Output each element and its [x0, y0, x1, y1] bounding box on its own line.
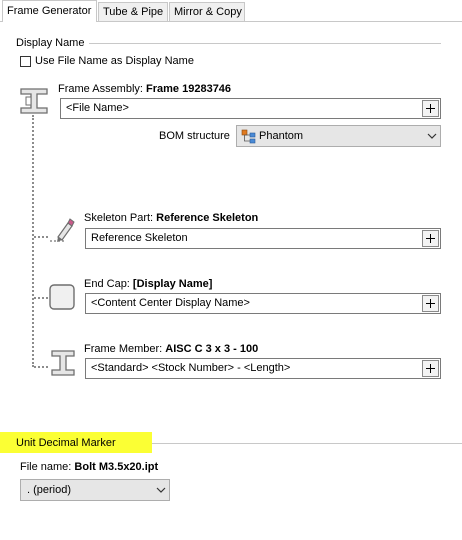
bom-structure-label: BOM structure — [159, 130, 230, 142]
frame-member-plus-icon[interactable] — [422, 360, 439, 377]
end-cap-field-text: <Content Center Display Name> — [91, 297, 250, 309]
use-file-name-label: Use File Name as Display Name — [35, 55, 194, 67]
frame-assembly-value: Frame 19283746 — [146, 83, 232, 95]
tab-frame-generator[interactable]: Frame Generator — [2, 0, 97, 22]
end-cap-plus-icon[interactable] — [422, 295, 439, 312]
decimal-marker-select[interactable]: . (period) — [20, 479, 170, 501]
tree-branch-member — [34, 366, 48, 368]
tree-connector — [32, 115, 34, 367]
end-cap-value: [Display Name] — [132, 278, 213, 290]
skeleton-part-label: Skeleton Part: Reference Skeleton — [84, 212, 259, 224]
use-file-name-option[interactable]: Use File Name as Display Name — [20, 55, 270, 69]
chevron-down-icon — [156, 485, 166, 495]
frame-member-label: Frame Member: AISC C 3 x 3 - 100 — [84, 343, 259, 355]
skeleton-part-icon — [46, 215, 80, 245]
frame-assembly-plus-icon[interactable] — [422, 100, 439, 117]
skeleton-part-value: Reference Skeleton — [156, 212, 259, 224]
frame-member-name-field[interactable]: <Standard> <Stock Number> - <Length> — [85, 358, 441, 379]
end-cap-icon — [48, 283, 76, 311]
file-name-value: Bolt M3.5x20.ipt — [74, 461, 159, 473]
skeleton-part-plus-icon[interactable] — [422, 230, 439, 247]
tree-branch-endcap — [34, 297, 48, 299]
frame-member-icon — [50, 349, 76, 377]
chevron-down-icon — [427, 131, 437, 141]
end-cap-name-field[interactable]: <Content Center Display Name> — [85, 293, 441, 314]
tab-mirror-copy[interactable]: Mirror & Copy — [169, 2, 245, 21]
frame-assembly-name-field[interactable]: <File Name> — [60, 98, 441, 119]
skeleton-part-name-field[interactable]: Reference Skeleton — [85, 228, 441, 249]
frame-assembly-field-text: <File Name> — [66, 102, 129, 114]
file-name-label: File name: Bolt M3.5x20.ipt — [20, 461, 159, 473]
unit-decimal-divider — [152, 443, 462, 444]
frame-assembly-label: Frame Assembly: Frame 19283746 — [58, 83, 232, 95]
phantom-bom-icon — [241, 129, 257, 144]
end-cap-label: End Cap: [Display Name] — [84, 278, 213, 290]
frame-assembly-icon — [18, 86, 50, 116]
bom-structure-value: Phantom — [259, 130, 304, 142]
unit-decimal-header: Unit Decimal Marker — [16, 437, 116, 449]
display-name-divider — [89, 43, 441, 44]
frame-member-value: AISC C 3 x 3 - 100 — [165, 343, 259, 355]
display-name-header: Display Name — [16, 37, 85, 49]
bom-structure-select[interactable]: Phantom — [236, 125, 441, 147]
skeleton-part-field-text: Reference Skeleton — [91, 232, 188, 244]
frame-member-field-text: <Standard> <Stock Number> - <Length> — [91, 362, 291, 374]
use-file-name-checkbox[interactable] — [20, 56, 31, 67]
decimal-marker-value: . (period) — [27, 484, 72, 496]
tab-tube-pipe[interactable]: Tube & Pipe — [98, 2, 168, 21]
